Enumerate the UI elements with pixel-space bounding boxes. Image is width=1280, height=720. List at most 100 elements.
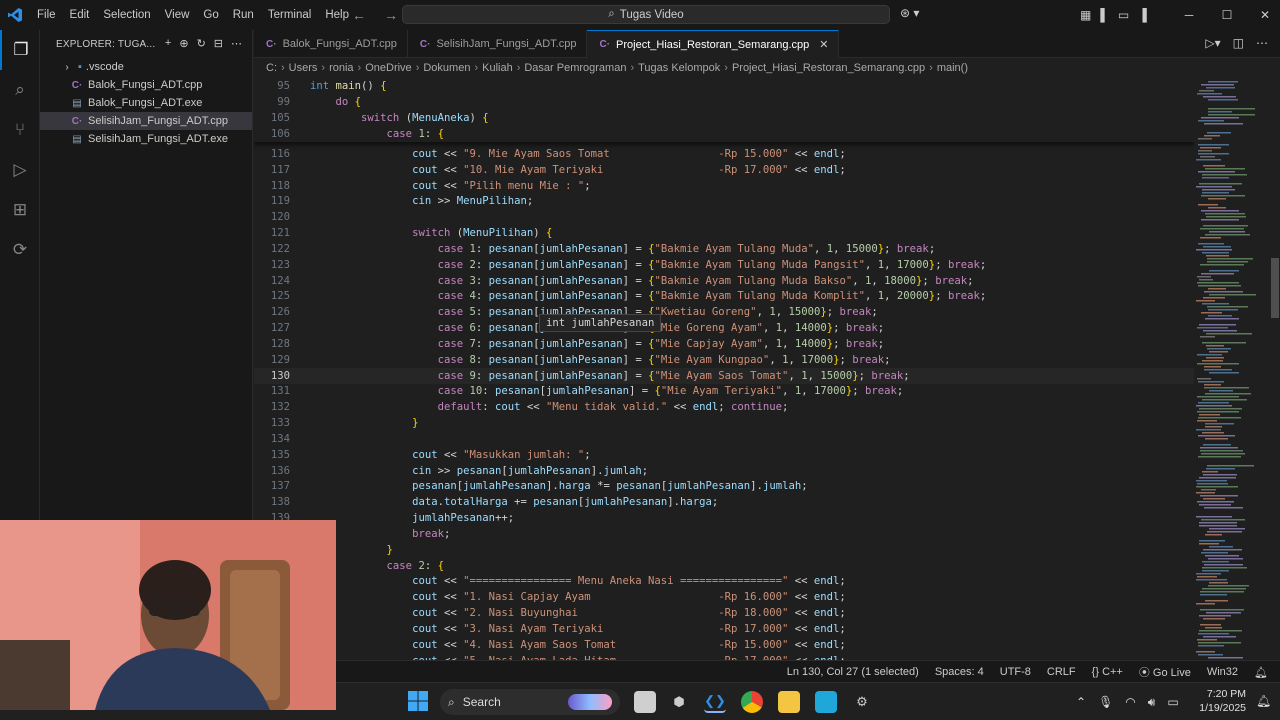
widgets-icon[interactable]: ⬢ <box>668 691 690 713</box>
toggle-panel-icon[interactable]: ▭ <box>1118 8 1129 22</box>
end-of-line[interactable]: CRLF <box>1047 666 1076 678</box>
taskbar-search[interactable]: ⌕ Search <box>440 689 620 715</box>
breadcrumb-item[interactable]: Kuliah <box>482 62 513 74</box>
tab-project-hiasi[interactable]: C· Project_Hiasi_Restoran_Semarang.cpp ✕ <box>587 30 840 58</box>
new-folder-icon[interactable]: ⊕ <box>179 37 188 50</box>
explorer-icon[interactable]: ❐ <box>0 30 40 70</box>
code-line[interactable]: cout << "2. Nasi Buyunghai -Rp 18.000" <… <box>254 605 1194 621</box>
menu-view[interactable]: View <box>158 0 197 30</box>
tree-item[interactable]: › ▪ .vscode <box>40 58 252 76</box>
close-tab-icon[interactable]: ✕ <box>819 38 828 51</box>
command-center-search[interactable]: ⌕ Tugas Video <box>402 5 890 24</box>
windows-start-icon[interactable] <box>408 691 428 711</box>
menu-run[interactable]: Run <box>226 0 261 30</box>
code-line[interactable]: 122 case 1: pesanan[jumlahPesanan] = {"B… <box>254 241 1194 257</box>
code-line[interactable]: 132 default: cout << "Menu tidak valid."… <box>254 399 1194 415</box>
code-line[interactable]: 131 case 10: pesanan[jumlahPesanan] = {"… <box>254 383 1194 399</box>
code-line[interactable]: case 2: { <box>254 558 1194 574</box>
maximize-button[interactable]: ☐ <box>1208 8 1246 22</box>
breadcrumb-item[interactable]: Project_Hiasi_Restoran_Semarang.cpp <box>732 62 925 74</box>
battery-icon[interactable]: ▭ <box>1167 695 1178 709</box>
platform[interactable]: Win32 <box>1207 666 1238 678</box>
breadcrumb-item[interactable]: ronia <box>329 62 353 74</box>
code-line[interactable]: } <box>254 542 1194 558</box>
microphone-icon[interactable]: 🎙︎ <box>1098 695 1113 709</box>
more-editor-actions-icon[interactable]: ⋯ <box>1256 36 1268 50</box>
code-line[interactable]: cout << "4. Nasi Ayam Saos Tomat -Rp 15.… <box>254 637 1194 653</box>
code-line[interactable]: 117 cout << "10. Mie Ayam Teriyaki -Rp 1… <box>254 162 1194 178</box>
chevron-up-icon[interactable]: ⌃ <box>1076 695 1086 709</box>
settings-app-icon[interactable]: ⚙ <box>851 691 873 713</box>
menu-go[interactable]: Go <box>196 0 225 30</box>
code-line[interactable]: 125 case 4: pesanan[jumlahPesanan] = {"B… <box>254 288 1194 304</box>
code-line[interactable]: 121 switch (MenuPilihan) { <box>254 225 1194 241</box>
menu-terminal[interactable]: Terminal <box>261 0 318 30</box>
breadcrumb-item[interactable]: C: <box>266 62 277 74</box>
breadcrumb-item[interactable]: OneDrive <box>365 62 411 74</box>
code-line[interactable]: cout << "3. Nasi Ayam Teriyaki -Rp 17.00… <box>254 621 1194 637</box>
code-line[interactable]: 139 jumlahPesanan++; <box>254 510 1194 526</box>
collapse-all-icon[interactable]: ⊟ <box>214 37 223 50</box>
code-line[interactable]: 105 switch (MenuAneka) { <box>254 110 1194 126</box>
taskbar-clock[interactable]: 7:20 PM 1/19/2025 <box>1196 687 1246 715</box>
menu-help[interactable]: Help <box>318 0 356 30</box>
menu-edit[interactable]: Edit <box>63 0 97 30</box>
indentation[interactable]: Spaces: 4 <box>935 666 984 678</box>
tree-item[interactable]: C· SelisihJam_Fungsi_ADT.cpp <box>40 112 252 130</box>
code-line[interactable]: 133 } <box>254 415 1194 431</box>
chrome-icon[interactable] <box>741 691 763 713</box>
minimize-button[interactable]: ─ <box>1170 8 1208 22</box>
go-live-button[interactable]: ⦿ Go Live <box>1139 664 1191 680</box>
code-line[interactable]: 130 case 9: pesanan[jumlahPesanan] = {"M… <box>254 367 1194 384</box>
breadcrumb-item[interactable]: Tugas Kelompok <box>638 62 720 74</box>
menu-file[interactable]: File <box>30 0 63 30</box>
split-editor-icon[interactable]: ◫ <box>1233 36 1244 50</box>
vscode-taskbar-icon[interactable]: ❮❯ <box>704 691 726 713</box>
file-explorer-icon[interactable] <box>778 691 800 713</box>
code-editor[interactable]: 95 int main() {99 do {105 switch (MenuAne… <box>254 78 1194 660</box>
scrollbar-thumb[interactable] <box>1271 258 1279 318</box>
back-arrow-icon[interactable]: ← <box>352 7 366 23</box>
tree-item[interactable]: ▤ SelisihJam_Fungsi_ADT.exe <box>40 130 252 148</box>
wifi-icon[interactable]: ◠ <box>1125 695 1135 709</box>
tab-selisihjam[interactable]: C· SelisihJam_Fungsi_ADT.cpp <box>408 30 588 58</box>
cursor-position[interactable]: Ln 130, Col 27 (1 selected) <box>787 666 919 678</box>
remote-explorer-icon[interactable]: ⟳ <box>0 230 40 270</box>
code-line[interactable]: 137 pesanan[jumlahPesanan].harga *= pesa… <box>254 478 1194 494</box>
code-line[interactable]: 135 cout << "Masukkan jumlah: "; <box>254 447 1194 463</box>
code-line[interactable]: 119 cin >> MenuPilihan; <box>254 193 1194 209</box>
code-line[interactable]: cout << "5. Nasi Ayam Lada Hitam -Rp 17.… <box>254 653 1194 660</box>
run-code-icon[interactable]: ▷▾ <box>1205 36 1220 50</box>
extensions-icon[interactable]: ⊞ <box>0 190 40 230</box>
code-line[interactable]: 126 case 5: pesanan[jumlahPesanan] = {"K… <box>254 304 1194 320</box>
code-line[interactable]: cout << "1. Nasi Capjay Ayam -Rp 16.000"… <box>254 589 1194 605</box>
toggle-sidebar-icon[interactable]: ▌ <box>1100 8 1109 22</box>
breadcrumb-item[interactable]: Users <box>289 62 318 74</box>
code-line[interactable]: 116 cout << "9. Mie Ayam Saos Tomat -Rp … <box>254 146 1194 162</box>
search-view-icon[interactable]: ⌕ <box>0 70 40 110</box>
new-file-icon[interactable]: + <box>165 37 171 50</box>
copilot-icon[interactable]: ⊛ ▾ <box>900 6 919 20</box>
customize-layout-icon[interactable]: ▦ <box>1080 8 1091 22</box>
notifications-icon[interactable]: 🔔︎ <box>1254 666 1268 679</box>
breadcrumb-item[interactable]: main() <box>937 62 968 74</box>
code-line[interactable]: 120 <box>254 209 1194 225</box>
language-mode[interactable]: {} C++ <box>1092 666 1123 678</box>
refresh-icon[interactable]: ↻ <box>197 37 206 50</box>
code-line[interactable]: 127 case 6: pesanan[jumlahPesanan] = {"M… <box>254 320 1194 336</box>
close-window-button[interactable]: ✕ <box>1246 8 1280 22</box>
breadcrumb-item[interactable]: Dasar Pemrograman <box>524 62 626 74</box>
code-line[interactable]: 128 case 7: pesanan[jumlahPesanan] = {"M… <box>254 336 1194 352</box>
task-view-icon[interactable] <box>634 691 656 713</box>
code-line[interactable]: 99 do { <box>254 94 1194 110</box>
tab-balok[interactable]: C· Balok_Fungsi_ADT.cpp <box>254 30 408 58</box>
breadcrumb-item[interactable]: Dokumen <box>423 62 470 74</box>
vertical-scrollbar[interactable] <box>1270 78 1280 660</box>
code-line[interactable]: 118 cout << "Pilih menu Mie : "; <box>254 178 1194 194</box>
toggle-secondary-sidebar-icon[interactable]: ▐ <box>1138 8 1147 22</box>
store-app-icon[interactable] <box>815 691 837 713</box>
code-line[interactable]: 129 case 8: pesanan[jumlahPesanan] = {"M… <box>254 352 1194 368</box>
code-line[interactable]: cout << "================ Menu Aneka Nas… <box>254 573 1194 589</box>
code-line[interactable]: break; <box>254 526 1194 542</box>
tree-item[interactable]: C· Balok_Fungsi_ADT.cpp <box>40 76 252 94</box>
